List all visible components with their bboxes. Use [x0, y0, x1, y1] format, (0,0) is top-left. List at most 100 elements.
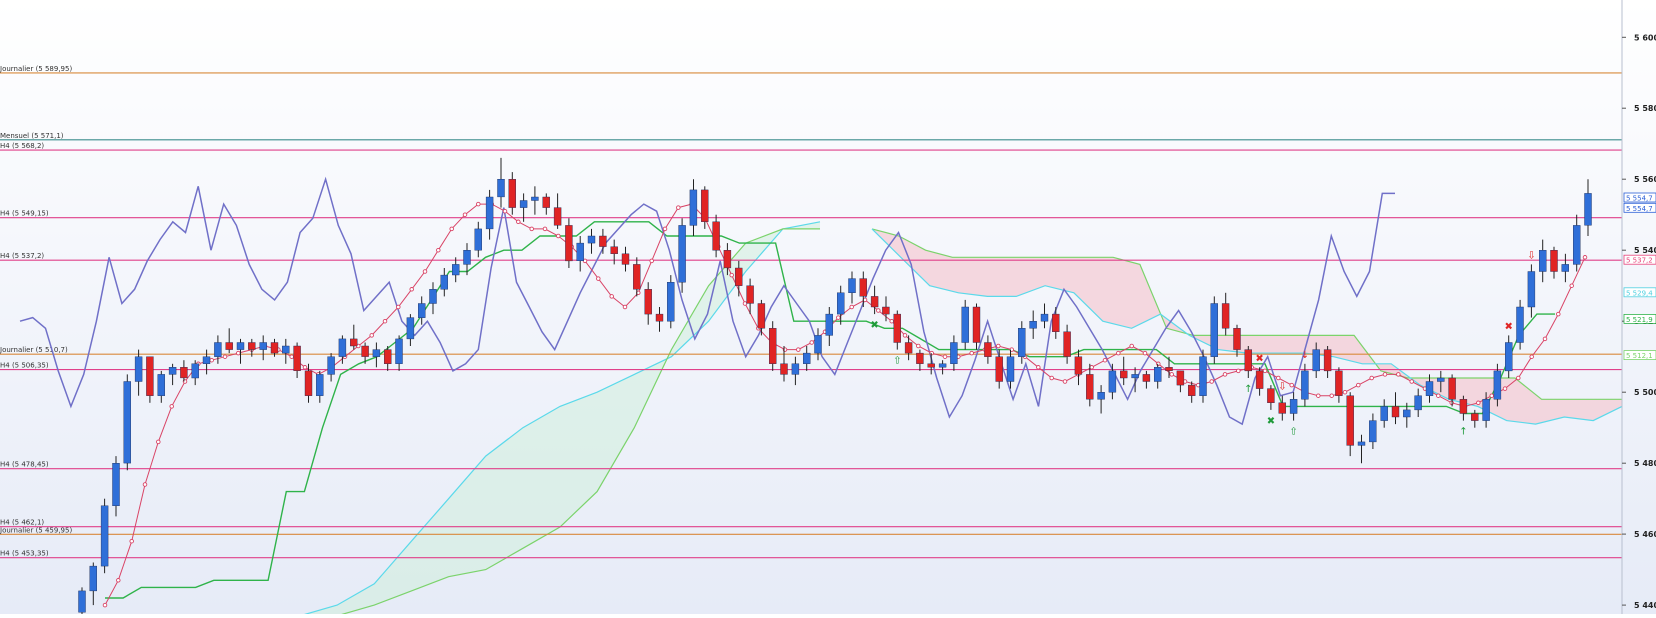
axis-tick-label: 5 540 [1634, 246, 1656, 255]
candle-down [1074, 356, 1083, 375]
tenkan-line-point [1276, 375, 1281, 381]
tenkan-line-point [1516, 375, 1521, 381]
candle-down [644, 289, 652, 315]
tenkan-line-point [1409, 379, 1414, 384]
tenkan-line-point [1556, 311, 1561, 317]
candle-up [316, 374, 324, 396]
candle-up [168, 367, 177, 375]
candle-up [282, 345, 290, 354]
candle-up [803, 352, 811, 364]
candle-down [1063, 331, 1071, 357]
axis-tick-label: 5 600 [1634, 33, 1656, 42]
candle-up [474, 228, 482, 251]
candle-up [1006, 356, 1015, 382]
tenkan-line-point [662, 226, 668, 232]
candle-up [1380, 406, 1388, 421]
sell-signal-marker: ⇩ [1278, 382, 1286, 393]
candle-down [180, 367, 188, 379]
tenkan-line-point [849, 304, 854, 310]
candle-up [1018, 328, 1026, 357]
tenkan-line-point [129, 538, 134, 544]
tenkan-line-point [1569, 283, 1574, 288]
candle-down [1052, 313, 1060, 333]
candle-up [418, 303, 426, 318]
candle-down [248, 342, 256, 350]
candle-down [1267, 388, 1275, 404]
candle-up [485, 196, 494, 230]
candle-down [293, 345, 301, 371]
tenkan-line-point [1369, 375, 1374, 381]
tenkan-line-point [236, 350, 241, 356]
buy-signal-marker: ⇧ [893, 356, 901, 367]
candle-up [236, 342, 245, 350]
candle-down [780, 363, 788, 375]
level-label: H4 (5 506,35) [0, 362, 49, 370]
candle-up [678, 225, 686, 283]
candle-up [519, 200, 528, 208]
candle-down [1176, 370, 1185, 386]
candle-down [1335, 370, 1343, 396]
tenkan-line-point [449, 226, 454, 232]
sell-signal-marker: ⇩ [1527, 250, 1535, 261]
tenkan-line-point [476, 201, 481, 207]
candle-up [1301, 370, 1309, 400]
candle-up [814, 335, 822, 354]
sell-signal-marker: ↓ [1301, 350, 1309, 361]
tenkan-line-point [1089, 365, 1094, 370]
candle-up [327, 356, 335, 375]
candle-down [995, 356, 1003, 382]
cloud-red-edge [871, 228, 1622, 400]
buy-signal-marker: ↑ [1459, 427, 1467, 438]
candle-down [927, 363, 935, 368]
candle-down [1255, 370, 1264, 389]
tenkan-line-point [116, 578, 121, 583]
price-tag-label: 5 521,9 [1626, 316, 1653, 324]
candle-up [214, 342, 222, 357]
kijun-line [105, 221, 1555, 599]
candle-down [735, 267, 743, 286]
tenkan-line-point [796, 347, 801, 352]
candle-up [689, 189, 698, 226]
level-label: H4 (5 568,2) [0, 142, 44, 150]
tenkan-line-point [996, 343, 1001, 349]
candle-down [757, 303, 766, 329]
tenkan-line-point [889, 318, 894, 324]
tenkan-line-point [302, 365, 308, 370]
tenkan-line-point [1222, 372, 1228, 377]
candle-down [916, 352, 924, 364]
tenkan-line-point [596, 276, 601, 281]
candle-up [452, 264, 460, 276]
tenkan-line-point [942, 354, 948, 359]
tenkan-line-point [902, 333, 908, 338]
candle-up [848, 278, 856, 294]
axis-tick-label: 5 500 [1634, 388, 1656, 397]
tenkan-line-point [422, 269, 428, 274]
tenkan-line-point [622, 304, 628, 310]
tenkan-line-point [1489, 393, 1494, 398]
candle-up [961, 306, 969, 343]
price-tag-label: 5 512,1 [1626, 352, 1653, 360]
tenkan-line-point [556, 233, 561, 239]
ichimoku-cloud [299, 221, 1623, 617]
candle-up [1210, 303, 1219, 357]
tenkan-line-point [1582, 255, 1588, 260]
candle-up [157, 374, 166, 396]
candle-up [791, 363, 800, 375]
candle-up [576, 242, 584, 262]
tenkan-line-point [742, 301, 748, 306]
candle-up [1357, 441, 1366, 446]
level-label: H4 (5 549,15) [0, 210, 49, 218]
tenkan-line-point [1529, 354, 1534, 359]
level-label: Journalier (5 510,7) [0, 346, 68, 354]
candle-up [395, 338, 403, 364]
candle-down [1142, 374, 1151, 382]
tenkan-line-point [289, 354, 294, 359]
axis-tick-label: 5 440 [1634, 601, 1656, 610]
candle-down [350, 338, 358, 347]
tenkan-line-point [1382, 372, 1388, 377]
candle-down [361, 345, 369, 357]
candle-down [1233, 328, 1241, 350]
candle-down [712, 221, 720, 251]
candle-down [904, 342, 913, 354]
tenkan-line-point [462, 212, 468, 217]
